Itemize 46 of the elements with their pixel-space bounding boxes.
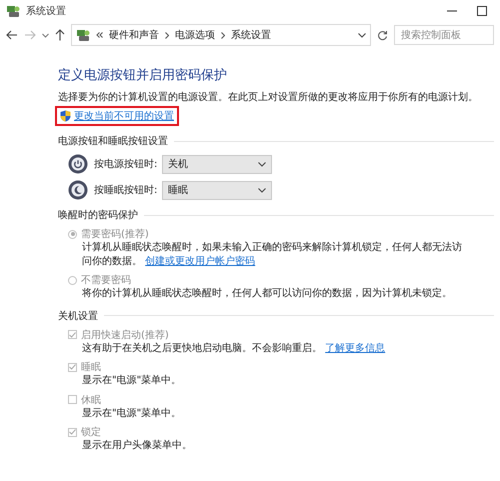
option-description: 显示在"电源"菜单中。 xyxy=(82,406,182,420)
moon-icon xyxy=(68,180,88,200)
control-panel-icon xyxy=(76,28,90,42)
chevron-right-icon xyxy=(221,32,225,38)
up-button[interactable] xyxy=(55,29,65,41)
chevron-right-icon xyxy=(165,32,169,38)
section-title: 电源按钮和睡眠按钮设置 xyxy=(58,134,168,148)
page-heading: 定义电源按钮并启用密码保护 xyxy=(58,67,228,84)
back-button[interactable] xyxy=(6,30,18,40)
minimize-icon xyxy=(447,10,457,12)
breadcrumb[interactable]: 电源选项 xyxy=(175,28,215,42)
field-label: 按电源按钮时: xyxy=(94,158,156,171)
breadcrumb[interactable]: 系统设置 xyxy=(231,28,271,42)
search-field[interactable]: 搜索控制面板 xyxy=(394,25,494,45)
dropdown[interactable]: 睡眠 xyxy=(162,180,272,200)
option-label: 不需要密码 xyxy=(81,274,131,287)
dropdown[interactable]: 关机 xyxy=(162,154,272,174)
chevron-down-icon xyxy=(358,32,366,38)
maximize-icon xyxy=(477,6,487,16)
option-description: 计算机从睡眠状态唤醒时，如果未输入正确的密码来解除计算机锁定，任何人都无法访问你的数据。 创建或更改用户帐户密码 xyxy=(82,241,462,268)
refresh-button[interactable] xyxy=(377,30,388,40)
address-bar[interactable]: 硬件和声音 电源选项 系统设置 xyxy=(71,24,371,46)
app-icon xyxy=(6,4,20,18)
power-icon xyxy=(68,154,88,174)
breadcrumb[interactable]: 硬件和声音 xyxy=(109,28,159,42)
option-description: 将你的计算机从睡眠状态唤醒时，任何人都可以访问你的数据，因为计算机未锁定。 xyxy=(82,287,453,300)
change-settings-link[interactable]: 更改当前不可用的设置 xyxy=(55,106,179,126)
option-description: 显示在用户头像菜单中。 xyxy=(82,439,193,452)
option-label: 需要密码(推荐) xyxy=(81,228,149,241)
option-label: 睡眠 xyxy=(81,360,101,374)
option-description: 这有助于在关机之后更快地启动电脑。不会影响重启。 了解更多信息 xyxy=(82,342,386,355)
section-title: 关机设置 xyxy=(58,310,98,322)
field-label: 按睡眠按钮时: xyxy=(94,184,156,197)
option-label: 启用快速启动(推荐) xyxy=(81,328,169,342)
double-chevron-icon xyxy=(96,32,103,38)
shield-icon xyxy=(60,110,71,122)
option-description: 显示在"电源"菜单中。 xyxy=(82,374,182,388)
chevron-down-icon xyxy=(258,188,266,192)
section-title: 唤醒时的密码保护 xyxy=(58,208,138,222)
chevron-down-icon xyxy=(258,162,266,166)
option-label: 休眠 xyxy=(81,394,101,406)
option-label: 锁定 xyxy=(81,426,101,439)
window-title: 系统设置 xyxy=(26,4,67,18)
page-description: 选择要为你的计算机设置的电源设置。在此页上对设置所做的更改将应用于你所有的电源计划。 xyxy=(58,90,479,104)
forward-button[interactable] xyxy=(24,30,36,40)
recent-dropdown-button[interactable] xyxy=(42,32,49,38)
